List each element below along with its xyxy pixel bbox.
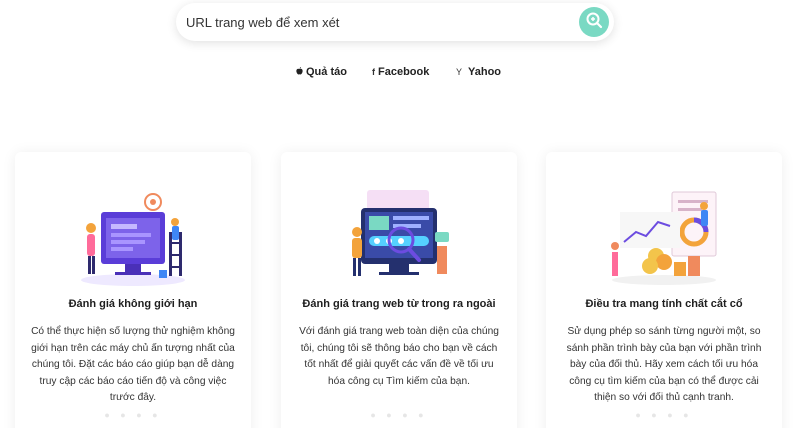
search-engine-links: Quả táo f Facebook Y Yahoo <box>0 66 800 80</box>
yahoo-icon: Y <box>456 67 463 77</box>
card-title: Đánh giá không giới hạn <box>68 298 198 310</box>
engine-link-label: Facebook <box>378 66 430 78</box>
engine-link-yahoo[interactable]: Y Yahoo <box>456 66 501 78</box>
card-description: Với đánh giá trang web toàn diện của chú… <box>299 326 499 387</box>
card-decoration-dots: ● ● ● ● <box>370 410 428 420</box>
card-description: Sử dụng phép so sánh từng người một, so … <box>566 326 762 404</box>
engine-link-label: Yahoo <box>468 66 502 78</box>
card-title: Đánh giá trang web từ trong ra ngoài <box>302 298 496 310</box>
competitor-analysis-illustration <box>546 182 782 292</box>
engine-link-label: Quả táo <box>306 66 347 78</box>
card-description: Có thể thực hiện số lượng thử nghiệm khô… <box>31 326 235 404</box>
search-icon <box>585 11 603 34</box>
feature-card-website-review: Đánh giá trang web từ trong ra ngoài Với… <box>281 152 517 428</box>
apple-icon <box>296 67 303 77</box>
feature-card-unlimited: Đánh giá không giới hạn Có thể thực hiện… <box>15 152 251 428</box>
card-title: Điều tra mang tính chất cắt cổ <box>585 298 743 310</box>
card-decoration-dots: ● ● ● ● <box>635 410 693 420</box>
engine-link-apple[interactable]: Quả táo <box>296 66 347 78</box>
search-bar <box>176 3 614 41</box>
feature-card-competitor: Điều tra mang tính chất cắt cổ Sử dụng p… <box>546 152 782 428</box>
engine-link-facebook[interactable]: f Facebook <box>372 66 429 78</box>
facebook-icon: f <box>372 67 375 77</box>
search-input[interactable] <box>176 3 579 41</box>
search-button[interactable] <box>579 7 609 37</box>
dashboard-illustration <box>15 182 251 292</box>
website-analysis-illustration <box>281 182 517 292</box>
card-decoration-dots: ● ● ● ● <box>104 410 162 420</box>
